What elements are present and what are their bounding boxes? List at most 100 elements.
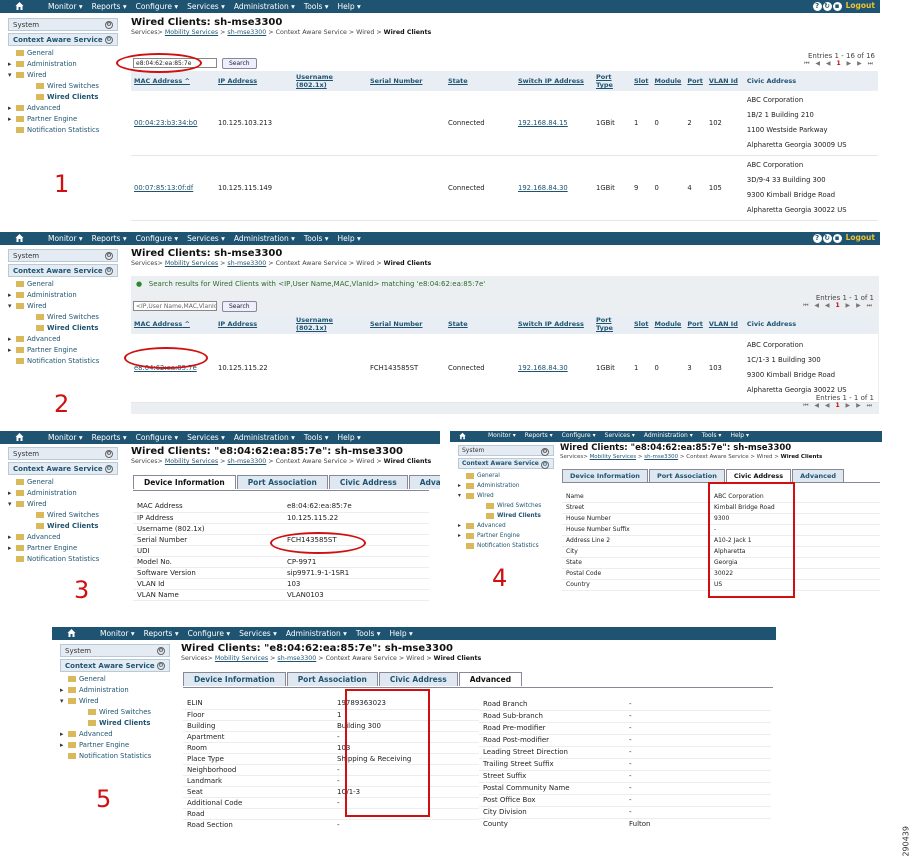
col-ip[interactable]: IP Address [215,71,293,91]
sidebar-item-wired-switches[interactable]: Wired Switches [8,312,118,323]
collapse-icon[interactable]: ▾ [8,499,16,510]
sidebar-item-general[interactable]: General [8,279,118,290]
help-icon[interactable]: ? [812,1,822,11]
menu-services[interactable]: Services ▾ [187,433,225,442]
menu-configure[interactable]: Configure ▾ [136,433,179,442]
expand-icon[interactable]: ▸ [60,729,68,740]
expand-icon[interactable]: ▸ [8,345,16,356]
menu-help[interactable]: Help ▾ [730,432,749,439]
tab-civic-address[interactable]: Civic Address [378,672,458,686]
refresh-icon[interactable]: ↻ [822,1,832,11]
tab-port-association[interactable]: Port Association [236,475,328,489]
sidebar-item-wired-switches[interactable]: Wired Switches [8,81,118,92]
switch-ip-link[interactable]: 192.168.84.30 [518,364,568,372]
col-port-type[interactable]: Port Type [593,71,631,91]
gear-icon[interactable]: ⚙ [105,36,113,44]
sidebar-context-aware[interactable]: Context Aware Service ⚙ [8,462,118,475]
menu-services[interactable]: Services ▾ [187,234,225,243]
help-icon[interactable]: ? [812,233,822,243]
sidebar-item-administration[interactable]: ▸ Administration [8,290,118,301]
sidebar-item-administration[interactable]: ▸ Administration [60,685,170,696]
col-mac[interactable]: MAC Address ^ [131,71,215,91]
home-icon[interactable] [14,233,25,243]
search-button[interactable]: Search [222,58,257,69]
tab-advanced[interactable]: Advanced [458,672,523,686]
col-switch-ip[interactable]: Switch IP Address [515,314,593,334]
tab-civic-address[interactable]: Civic Address [328,475,408,489]
gear-icon[interactable]: ⚙ [105,267,113,275]
menu-tools[interactable]: Tools ▾ [702,432,722,439]
sidebar-system[interactable]: System ⚙ [8,18,118,31]
collapse-icon[interactable]: ▾ [8,70,16,81]
tab-device-information[interactable]: Device Information [562,469,648,482]
home-icon[interactable] [458,432,467,440]
logout-link[interactable]: Logout [846,1,875,10]
menu-tools[interactable]: Tools ▾ [356,629,381,638]
menu-reports[interactable]: Reports ▾ [92,2,127,11]
sidebar-item-advanced[interactable]: ▸ Advanced [8,103,118,114]
mac-link[interactable]: 00:07:85:13:0f:df [134,184,193,192]
switch-ip-link[interactable]: 192.168.84.15 [518,119,568,127]
printer-icon[interactable]: ▪ [832,233,842,243]
sidebar-item-wired-clients[interactable]: Wired Clients [60,718,170,729]
expand-icon[interactable]: ▸ [8,290,16,301]
col-slot[interactable]: Slot [631,314,652,334]
col-port-type[interactable]: Port Type [593,314,631,334]
pager[interactable]: ⏮ ◀ ◀ 1 ▶ ▶ ⏭ [803,402,874,410]
menu-administration[interactable]: Administration ▾ [286,629,347,638]
col-vlan[interactable]: VLAN Id [705,314,744,334]
sidebar-item-wired[interactable]: ▾ Wired [60,696,170,707]
col-state[interactable]: State [445,71,515,91]
col-username[interactable]: Username (802.1x) [293,314,367,334]
expand-icon[interactable]: ▸ [8,114,16,125]
expand-icon[interactable]: ▸ [8,334,16,345]
expand-icon[interactable]: ▸ [458,531,466,542]
menu-monitor[interactable]: Monitor ▾ [48,2,83,11]
expand-icon[interactable]: ▸ [8,488,16,499]
home-icon[interactable] [14,1,25,11]
refresh-icon[interactable]: ↻ [822,233,832,243]
sidebar-item-wired-clients[interactable]: Wired Clients [8,92,118,103]
col-mac[interactable]: MAC Address ^ [131,314,215,334]
sidebar-item-administration[interactable]: ▸ Administration [458,481,554,491]
tab-civic-address[interactable]: Civic Address [725,469,792,482]
sidebar-item-wired-clients[interactable]: Wired Clients [8,323,118,334]
col-module[interactable]: Module [651,71,685,91]
sidebar-item-notification-statistics[interactable]: Notification Statistics [8,554,118,565]
sidebar-item-wired-switches[interactable]: Wired Switches [8,510,118,521]
gear-icon[interactable]: ⚙ [157,647,165,655]
menu-administration[interactable]: Administration ▾ [234,2,295,11]
expand-icon[interactable]: ▸ [8,543,16,554]
menu-reports[interactable]: Reports ▾ [92,234,127,243]
sidebar-context-aware[interactable]: Context Aware Service ⚙ [8,33,118,46]
menu-configure[interactable]: Configure ▾ [136,2,179,11]
menu-help[interactable]: Help ▾ [338,234,361,243]
sidebar-item-administration[interactable]: ▸ Administration [8,488,118,499]
sidebar-item-advanced[interactable]: ▸ Advanced [8,334,118,345]
logout-link[interactable]: Logout [846,233,875,242]
collapse-icon[interactable]: ▾ [458,491,466,502]
sidebar-context-aware[interactable]: Context Aware Service ⚙ [458,458,554,469]
pager[interactable]: ⏮ ◀ ◀ 1 ▶ ▶ ⏭ [804,60,875,68]
sidebar-item-partner-engine[interactable]: ▸ Partner Engine [8,345,118,356]
mac-link[interactable]: 00:04:23:b3:34:b0 [134,119,197,127]
gear-icon[interactable]: ⚙ [105,465,113,473]
sidebar-item-notification-statistics[interactable]: Notification Statistics [8,356,118,367]
menu-administration[interactable]: Administration ▾ [644,432,693,439]
sidebar-item-notification-statistics[interactable]: Notification Statistics [60,751,170,762]
sidebar-item-partner-engine[interactable]: ▸ Partner Engine [60,740,170,751]
sidebar-item-general[interactable]: General [458,471,554,481]
tab-device-information[interactable]: Device Information [133,475,236,489]
home-icon[interactable] [66,628,77,638]
menu-services[interactable]: Services ▾ [187,2,225,11]
sidebar-item-wired[interactable]: ▾ Wired [8,499,118,510]
menu-configure[interactable]: Configure ▾ [136,234,179,243]
sidebar-item-advanced[interactable]: ▸ Advanced [60,729,170,740]
menu-administration[interactable]: Administration ▾ [234,433,295,442]
menu-tools[interactable]: Tools ▾ [304,234,329,243]
menu-administration[interactable]: Administration ▾ [234,234,295,243]
gear-icon[interactable]: ⚙ [157,662,165,670]
menu-reports[interactable]: Reports ▾ [92,433,127,442]
menu-monitor[interactable]: Monitor ▾ [100,629,135,638]
tab-advanced[interactable]: Advanced [408,475,440,489]
